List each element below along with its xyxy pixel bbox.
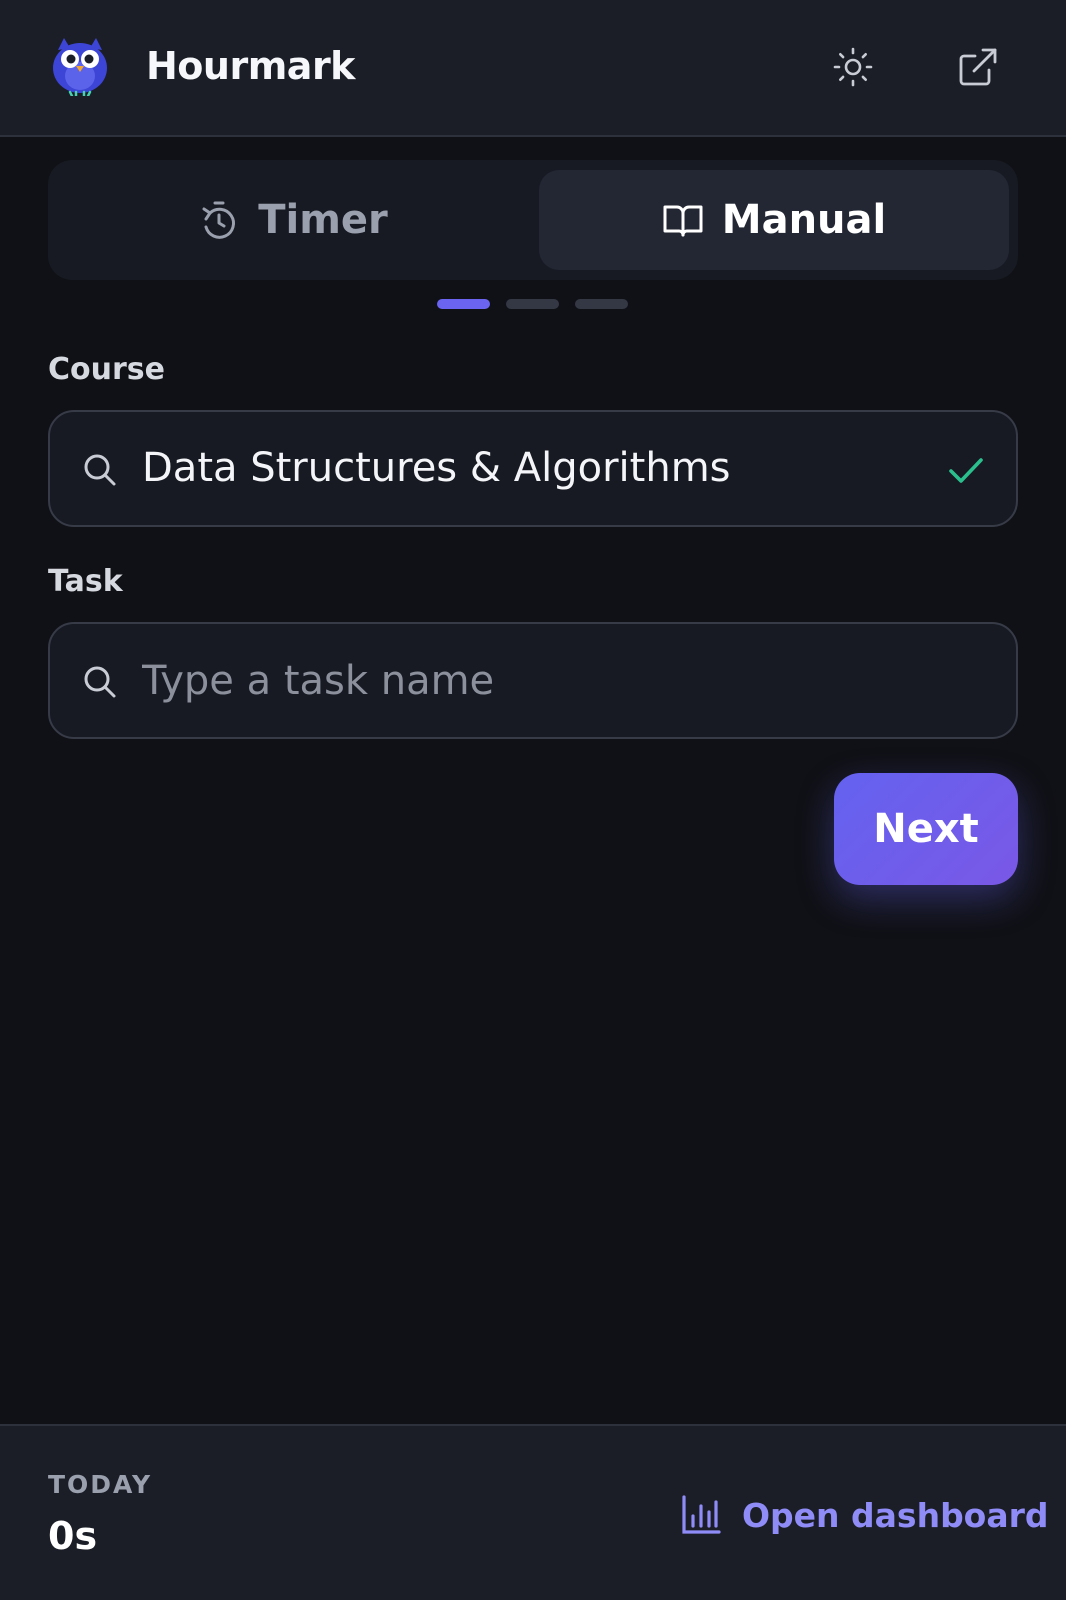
header: Hourmark — [0, 0, 1066, 137]
course-field[interactable]: Data Structures & Algorithms — [48, 410, 1018, 527]
open-dashboard-label: Open dashboard — [742, 1495, 1049, 1535]
course-value: Data Structures & Algorithms — [142, 445, 731, 491]
open-external-button[interactable] — [956, 45, 1000, 89]
owl-logo-icon — [53, 38, 107, 96]
course-label: Course — [48, 352, 165, 387]
step-indicator — [437, 299, 628, 309]
today-value: 0s — [48, 1514, 98, 1558]
search-icon — [84, 666, 116, 698]
footer: TODAY 0s Open dashboard — [0, 1424, 1066, 1600]
sun-icon — [833, 47, 873, 87]
task-input[interactable] — [142, 624, 992, 737]
step-dot-3 — [575, 299, 628, 309]
open-dashboard-link[interactable]: Open dashboard — [680, 1490, 1049, 1540]
timer-icon — [202, 201, 236, 239]
today-label: TODAY — [48, 1470, 153, 1499]
tab-timer-label: Timer — [258, 197, 388, 243]
step-dot-1 — [437, 299, 490, 309]
app-window: Hourmark Timer Manual Course Data Struct… — [0, 0, 1066, 1600]
tab-manual[interactable]: Manual — [539, 170, 1009, 270]
app-title: Hourmark — [146, 44, 355, 88]
task-label: Task — [48, 564, 123, 599]
check-icon — [949, 458, 983, 483]
tab-manual-label: Manual — [721, 197, 887, 243]
external-link-icon — [959, 48, 997, 86]
theme-toggle-button[interactable] — [831, 45, 875, 89]
book-open-icon — [663, 205, 703, 237]
task-field — [48, 622, 1018, 739]
step-dot-2 — [506, 299, 559, 309]
next-button[interactable]: Next — [834, 773, 1018, 885]
tab-timer[interactable]: Timer — [58, 170, 528, 270]
mode-tabs: Timer Manual — [48, 160, 1018, 280]
bar-chart-icon — [682, 1495, 721, 1534]
search-icon — [84, 454, 116, 486]
